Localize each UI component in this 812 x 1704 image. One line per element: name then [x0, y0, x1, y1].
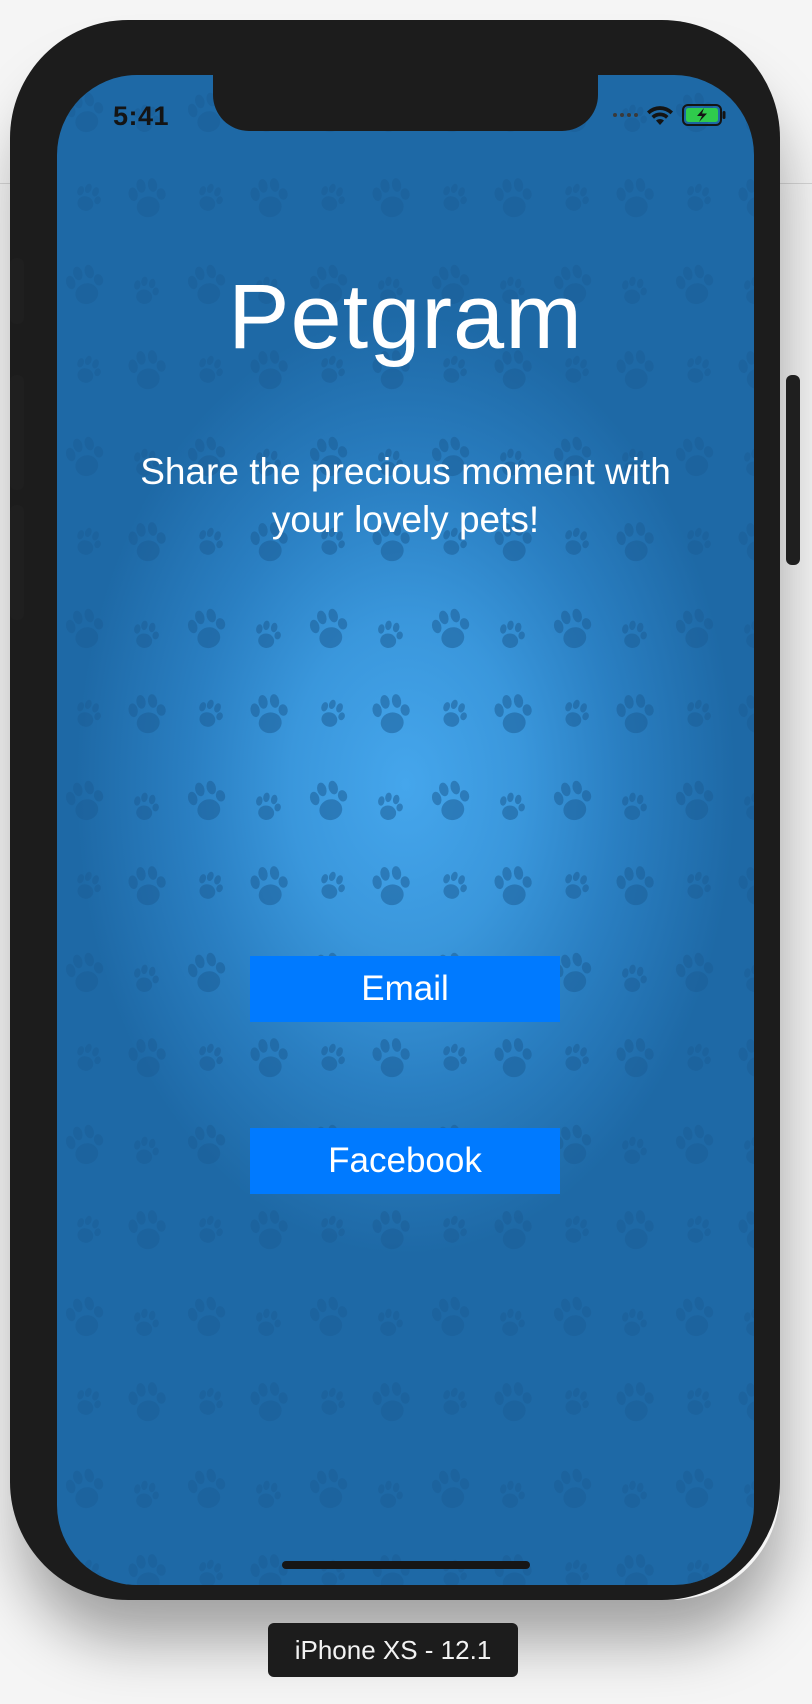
volume-down-button[interactable]	[10, 505, 24, 620]
tagline-line-1: Share the precious moment with	[140, 451, 671, 492]
volume-up-button[interactable]	[10, 375, 24, 490]
iphone-frame: 5:41 Petgram Share the precious moment w…	[10, 20, 800, 1600]
power-button[interactable]	[786, 375, 800, 565]
status-icons	[613, 103, 726, 127]
app-screen: 5:41 Petgram Share the precious moment w…	[57, 75, 754, 1585]
cellular-signal-icon	[613, 113, 638, 117]
app-tagline: Share the precious moment with your love…	[57, 448, 754, 544]
tagline-line-2: your lovely pets!	[271, 499, 540, 540]
device-label: iPhone XS - 12.1	[268, 1623, 518, 1677]
mute-switch[interactable]	[10, 258, 24, 324]
app-title: Petgram	[228, 266, 583, 368]
status-time: 5:41	[113, 101, 170, 131]
email-login-button[interactable]: Email	[250, 956, 560, 1022]
device-notch	[213, 75, 598, 131]
simulator-window: 5:41 Petgram Share the precious moment w…	[0, 0, 812, 1704]
home-indicator[interactable]	[282, 1561, 530, 1569]
wifi-icon	[647, 106, 673, 125]
battery-charging-icon	[682, 104, 726, 126]
facebook-login-button[interactable]: Facebook	[250, 1128, 560, 1194]
